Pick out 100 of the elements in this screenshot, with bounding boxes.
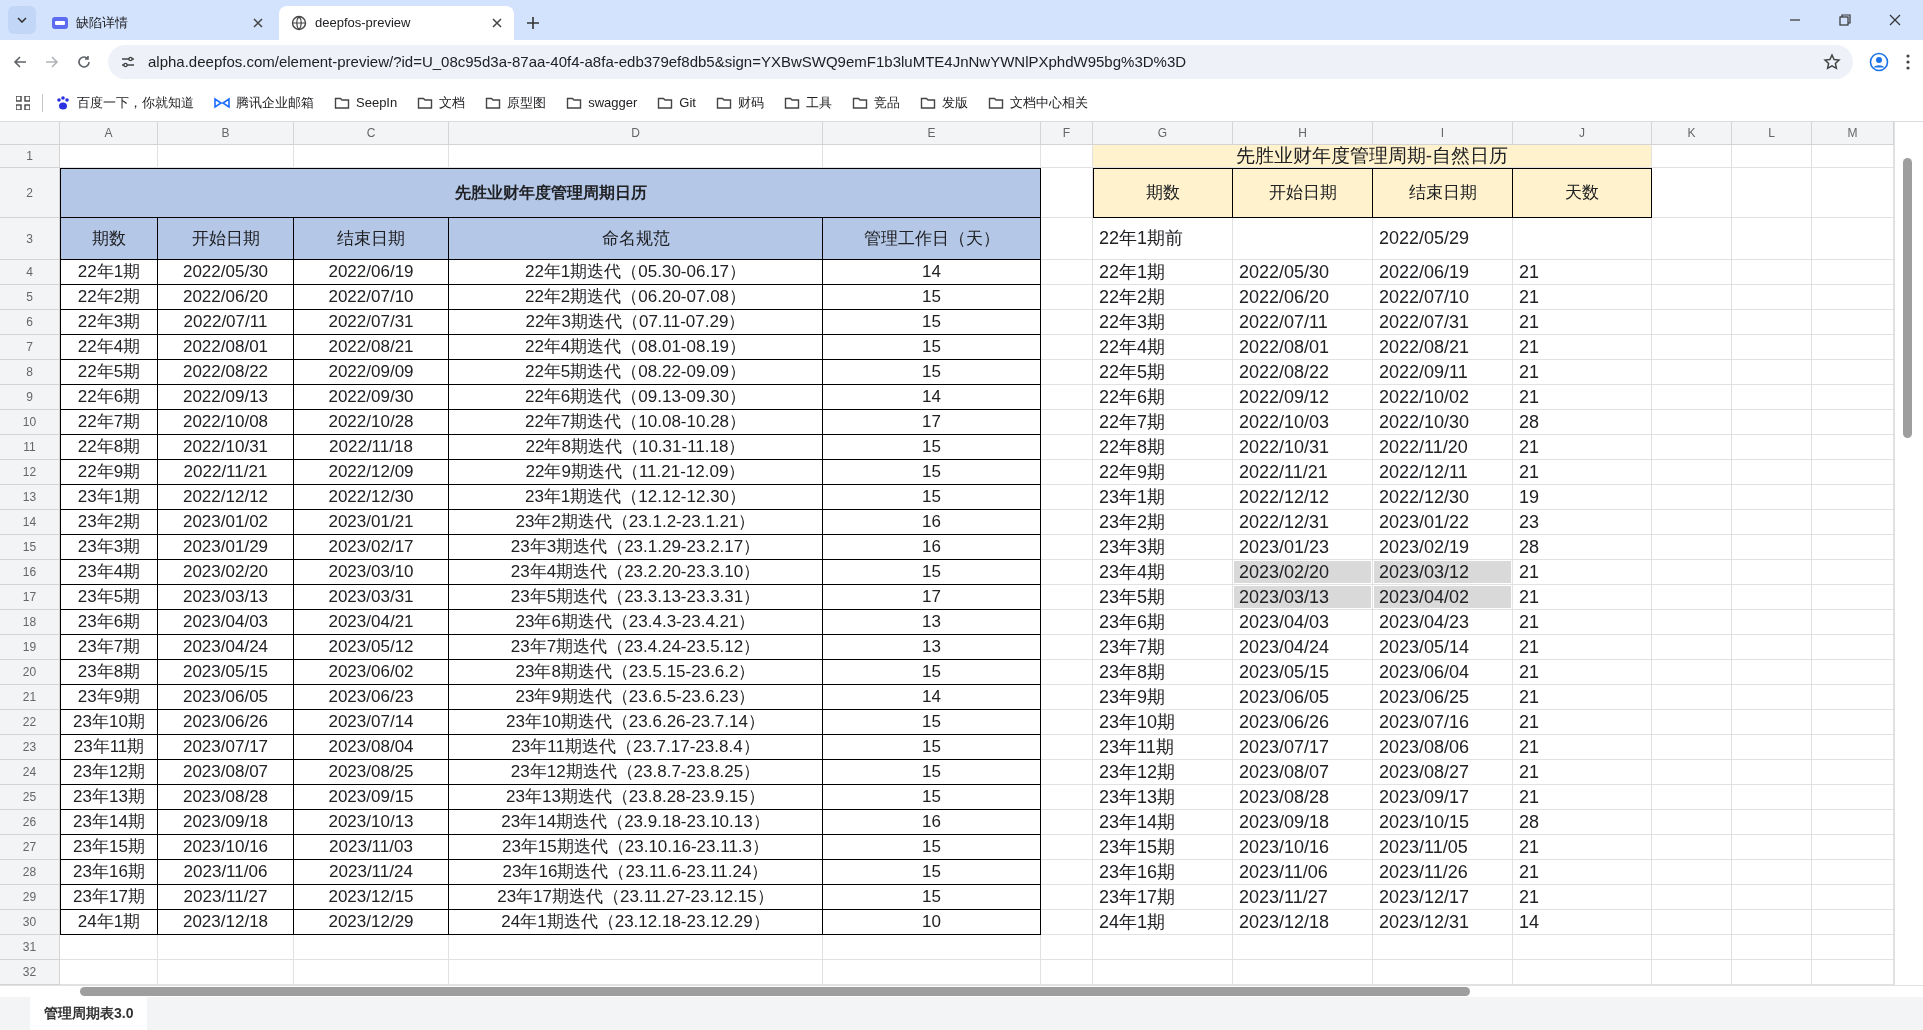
table-cell: 23年11期迭代（23.7.17-23.8.4）	[449, 735, 823, 760]
table-cell: 23年12期	[1093, 760, 1233, 785]
sheet-tab[interactable]: 管理周期表3.0	[30, 997, 148, 1030]
table-cell: 15	[823, 710, 1041, 735]
row-header[interactable]: 14	[0, 510, 60, 535]
table-cell: 22年3期迭代（07.11-07.29）	[449, 310, 823, 335]
row-header[interactable]: 8	[0, 360, 60, 385]
bookmark[interactable]: 财码	[715, 92, 764, 113]
tab-list-button[interactable]	[8, 6, 36, 34]
bookmark[interactable]: SeepIn	[334, 92, 398, 113]
table-cell: 21	[1513, 735, 1652, 760]
address-bar[interactable]: alpha.deepfos.com/element-preview/?id=U_08c95d3a-87aa-40f4-a8fa-edb379ef8db5&sign=YXBwSWQ9emF1b3luMTE4JnNwYWNlPXphdW95bg%3D%3D	[108, 45, 1853, 79]
bookmark[interactable]: 百度一下，你就知道	[55, 92, 194, 113]
bookmark[interactable]: 竞品	[851, 92, 900, 113]
column-header[interactable]: C	[294, 122, 449, 145]
row-header[interactable]: 29	[0, 885, 60, 910]
bookmark[interactable]: 发版	[919, 92, 968, 113]
column-header[interactable]: F	[1041, 122, 1093, 145]
apps-grid-icon[interactable]	[16, 95, 30, 110]
bookmark[interactable]: 腾讯企业邮箱	[214, 92, 314, 113]
table-cell: 17	[823, 585, 1041, 610]
empty-cell	[1041, 310, 1093, 335]
row-header[interactable]: 19	[0, 635, 60, 660]
row-header[interactable]: 12	[0, 460, 60, 485]
reload-icon[interactable]	[76, 54, 92, 70]
row-header[interactable]: 23	[0, 735, 60, 760]
row-header[interactable]: 28	[0, 860, 60, 885]
column-header[interactable]: G	[1093, 122, 1233, 145]
table-cell: 21	[1513, 835, 1652, 860]
bookmark[interactable]: 文档中心相关	[987, 92, 1088, 113]
row-header[interactable]: 25	[0, 785, 60, 810]
row-header[interactable]: 26	[0, 810, 60, 835]
bookmark[interactable]: 文档	[417, 92, 466, 113]
table-cell: 23	[1513, 510, 1652, 535]
restore-icon[interactable]	[1839, 14, 1851, 26]
column-header[interactable]: D	[449, 122, 823, 145]
close-icon[interactable]	[253, 18, 263, 28]
row-header[interactable]: 22	[0, 710, 60, 735]
table-cell: 22年9期迭代（11.21-12.09）	[449, 460, 823, 485]
row-header[interactable]: 4	[0, 260, 60, 285]
table-cell: 22年5期迭代（08.22-09.09）	[449, 360, 823, 385]
row-header[interactable]: 17	[0, 585, 60, 610]
row-header[interactable]: 15	[0, 535, 60, 560]
table-cell: 23年1期迭代（12.12-12.30）	[449, 485, 823, 510]
table-cell: 2023/05/15	[158, 660, 294, 685]
close-icon[interactable]	[1889, 14, 1901, 26]
column-header[interactable]: I	[1373, 122, 1513, 145]
profile-icon[interactable]	[1869, 52, 1889, 72]
row-header[interactable]: 10	[0, 410, 60, 435]
table-cell: 2023/08/07	[158, 760, 294, 785]
table-cell: 21	[1513, 860, 1652, 885]
back-icon[interactable]	[12, 54, 28, 70]
column-header[interactable]: M	[1812, 122, 1894, 145]
row-header[interactable]: 7	[0, 335, 60, 360]
table-cell-text: 2023/08/27	[1378, 761, 1471, 783]
menu-icon[interactable]	[1905, 53, 1911, 71]
empty-cell	[1041, 435, 1093, 460]
column-header[interactable]: E	[823, 122, 1041, 145]
row-header[interactable]: 21	[0, 685, 60, 710]
row-header[interactable]: 16	[0, 560, 60, 585]
star-icon[interactable]	[1823, 53, 1841, 71]
bookmark[interactable]: 原型图	[485, 92, 547, 113]
column-header[interactable]: L	[1732, 122, 1812, 145]
table-cell: 22年4期	[60, 335, 158, 360]
empty-cell	[1041, 885, 1093, 910]
table-cell: 22年4期迭代（08.01-08.19）	[449, 335, 823, 360]
column-header[interactable]: B	[158, 122, 294, 145]
column-header[interactable]: J	[1513, 122, 1652, 145]
table-cell: 14	[823, 685, 1041, 710]
browser-tab[interactable]: 缺陷详情	[40, 6, 275, 40]
row-header[interactable]: 6	[0, 310, 60, 335]
table-cell-text: 2023/12/17	[1378, 886, 1471, 908]
row-header[interactable]: 5	[0, 285, 60, 310]
table-cell: 2022/09/09	[294, 360, 449, 385]
column-header[interactable]: A	[60, 122, 158, 145]
row-header[interactable]: 3	[0, 218, 60, 260]
horizontal-scrollbar[interactable]	[0, 985, 1923, 997]
browser-tab[interactable]: deepfos-preview	[279, 6, 514, 40]
row-header[interactable]: 30	[0, 910, 60, 935]
column-header[interactable]: K	[1652, 122, 1732, 145]
column-header[interactable]: H	[1233, 122, 1373, 145]
bookmark[interactable]: Git	[657, 92, 696, 113]
row-header[interactable]: 24	[0, 760, 60, 785]
row-header[interactable]: 18	[0, 610, 60, 635]
row-header[interactable]: 11	[0, 435, 60, 460]
column-heading: 管理工作日（天）	[823, 218, 1041, 260]
bookmark[interactable]: 工具	[783, 92, 832, 113]
row-header[interactable]: 32	[0, 960, 60, 985]
row-header[interactable]: 1	[0, 145, 60, 168]
row-header[interactable]: 13	[0, 485, 60, 510]
row-header[interactable]: 9	[0, 385, 60, 410]
row-header[interactable]: 31	[0, 935, 60, 960]
row-header[interactable]: 20	[0, 660, 60, 685]
row-header[interactable]: 2	[0, 168, 60, 218]
table-cell: 15	[823, 310, 1041, 335]
new-tab-icon[interactable]	[526, 16, 540, 30]
site-info-icon[interactable]	[120, 54, 136, 70]
bookmark[interactable]: swagger	[566, 92, 638, 113]
close-icon[interactable]	[492, 18, 502, 28]
row-header[interactable]: 27	[0, 835, 60, 860]
